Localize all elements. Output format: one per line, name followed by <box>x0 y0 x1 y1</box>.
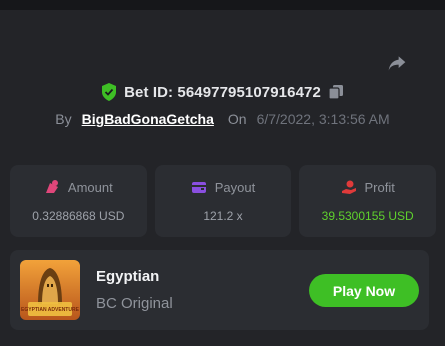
top-strip <box>0 0 445 10</box>
bet-date: 6/7/2022, 3:13:56 AM <box>256 111 390 127</box>
share-icon[interactable] <box>386 53 408 73</box>
game-provider: BC Original <box>96 295 173 312</box>
stats-row: Amount 0.32886868 USD Payout 121.2 x Pro… <box>10 165 437 237</box>
stat-label: Payout <box>214 179 256 195</box>
game-name: Egyptian <box>96 268 160 285</box>
profit-hand-icon <box>341 180 356 194</box>
stat-label: Profit <box>364 179 395 195</box>
stat-card-profit: Profit 39.5300155 USD <box>299 165 437 237</box>
play-now-button[interactable]: Play Now <box>309 274 419 307</box>
bet-id-row: Bet ID: 56497795107916472 <box>0 83 445 101</box>
stat-card-payout: Payout 121.2 x <box>154 165 292 237</box>
coins-icon <box>45 180 58 193</box>
stat-value: 121.2 x <box>203 209 243 223</box>
stat-card-amount: Amount 0.32886868 USD <box>10 165 147 237</box>
bet-meta-row: By BigBadGonaGetcha On 6/7/2022, 3:13:56… <box>0 111 445 127</box>
stat-label: Amount <box>67 179 113 195</box>
thumbnail-title: EGYPTIAN ADVENTURE <box>21 307 80 313</box>
on-label: On <box>227 111 247 127</box>
wallet-icon <box>191 182 206 193</box>
verified-shield-icon <box>102 83 117 101</box>
bet-id: Bet ID: 56497795107916472 <box>124 83 321 101</box>
stat-value: 39.5300155 USD <box>321 209 414 223</box>
by-label: By <box>55 111 72 127</box>
copy-icon[interactable] <box>328 84 344 100</box>
game-thumbnail[interactable]: EGYPTIAN ADVENTURE <box>20 260 80 320</box>
username-link[interactable]: BigBadGonaGetcha <box>82 111 214 127</box>
stat-value: 0.32886868 USD <box>32 209 125 223</box>
game-card: EGYPTIAN ADVENTURE Egyptian BC Original … <box>10 250 429 330</box>
